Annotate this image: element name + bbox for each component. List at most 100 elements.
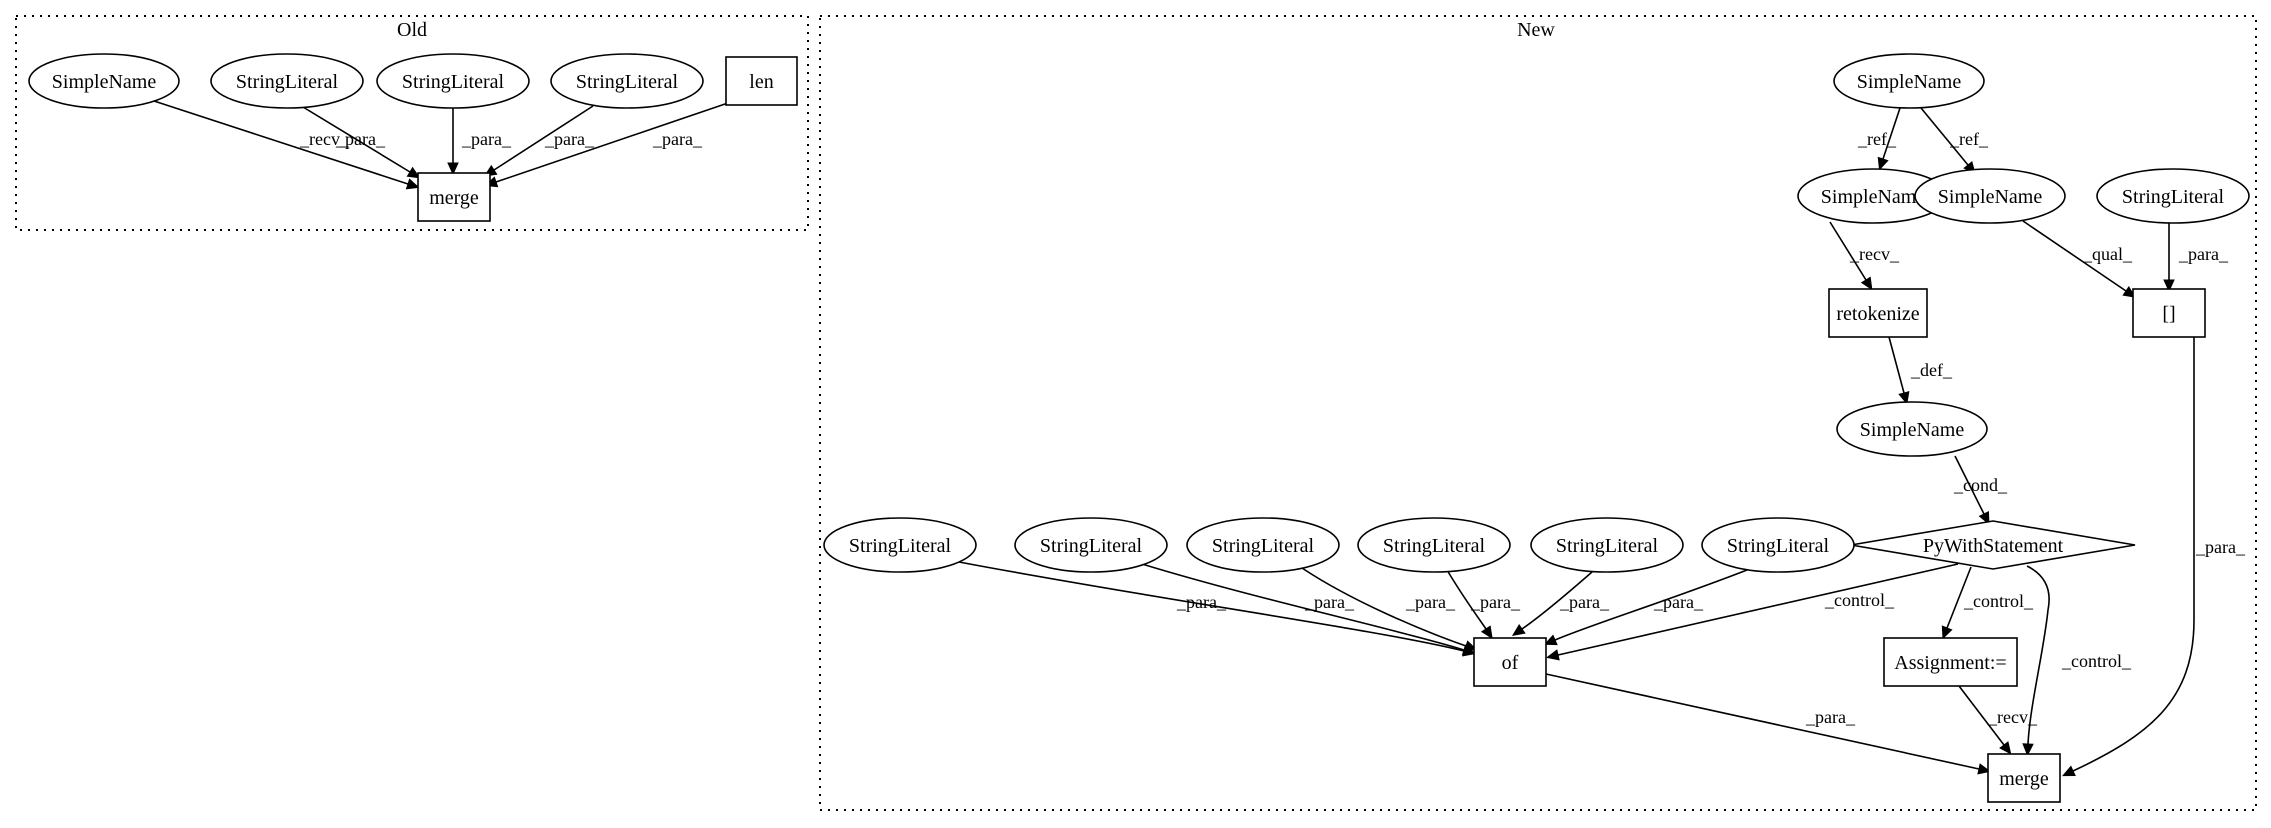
node-o_sl1-label: StringLiteral [236, 71, 339, 93]
edge-n_with-to-n_merge: _control_ [2022, 565, 2132, 757]
node-o_sl2-label: StringLiteral [402, 71, 505, 93]
edge-n_sn_top-to-n_sn_l: _ref_ [1857, 107, 1901, 171]
edge-e17-label: _para_ [1176, 592, 1227, 612]
edge-e8-label: _recv_ [1849, 244, 1900, 264]
edge-e21-arrowhead [1511, 623, 1526, 636]
node-n_assign: Assignment:= [1883, 637, 2018, 687]
node-n_sl4: StringLiteral [1357, 517, 1511, 573]
node-n_merge: merge [1987, 753, 2061, 803]
edge-n_sl1-to-n_of: _para_ [958, 561, 1476, 657]
ast-diff-diagram: Old New _recv_ _para_ _para_ _para_ _para_ _ref… [15, 15, 2257, 811]
node-o_sl2: StringLiteral [376, 53, 530, 109]
node-n_with: PyWithStatement [1850, 520, 2136, 570]
node-n_sn_mid-label: SimpleName [1860, 419, 1965, 441]
edge-n_with-to-n_assign: _control_ [1941, 566, 2034, 640]
edge-e11-label: _def_ [1910, 360, 1953, 380]
edge-e19-label: _para_ [1405, 592, 1456, 612]
edge-e20-arrowhead [1480, 625, 1493, 640]
node-n_merge-label: merge [1999, 768, 2049, 790]
edge-e13-arrowhead [2061, 765, 2076, 777]
node-n_of: of [1473, 637, 1547, 687]
node-o_sl1: StringLiteral [210, 53, 364, 109]
node-n_sl1-label: StringLiteral [849, 535, 952, 557]
node-n_sl5-label: StringLiteral [1556, 535, 1659, 557]
node-n_sn_r: SimpleName [1914, 168, 2066, 224]
node-n_sl5: StringLiteral [1530, 517, 1684, 573]
edge-e9-label: _qual_ [2082, 244, 2133, 264]
edge-e3-label: _para_ [461, 129, 512, 149]
node-n_assign-label: Assignment:= [1894, 652, 2006, 674]
nodes: SimpleName StringLiteral StringLiteral Stri… [28, 53, 2250, 803]
cluster-new-label: New [1517, 19, 1555, 41]
node-n_sl2: StringLiteral [1014, 517, 1168, 573]
node-o_sl3: StringLiteral [550, 53, 704, 109]
edge-e14-label: _control_ [1824, 590, 1895, 610]
edge-e2-label: _para_ [335, 129, 386, 149]
node-n_retok-label: retokenize [1836, 303, 1919, 325]
node-o_merge: merge [417, 172, 491, 222]
node-n_sn_mid: SimpleName [1836, 401, 1988, 457]
node-o_len-label: len [749, 71, 773, 93]
edge-o_len-to-o_merge: _para_ [484, 102, 729, 188]
edge-n_of-to-n_merge: _para_ [1545, 673, 1991, 775]
cluster-old-label: Old [397, 19, 427, 41]
node-o_merge-label: merge [429, 187, 479, 209]
cluster-new: New [819, 15, 2257, 811]
node-n_sl3: StringLiteral [1186, 517, 1340, 573]
node-o_len: len [725, 56, 798, 106]
edge-e10-label: _para_ [2178, 244, 2229, 264]
node-n_of-label: of [1502, 652, 1519, 674]
edge-e21-label: _para_ [1559, 592, 1610, 612]
cluster-new-border [819, 15, 2257, 811]
node-n_sn_top-label: SimpleName [1857, 71, 1962, 93]
edge-e7-label: _ref_ [1949, 129, 1989, 149]
edge-n_sl_r-to-n_idx: _para_ [2163, 223, 2229, 293]
node-o_sl3-label: StringLiteral [576, 71, 679, 93]
edge-e4-label: _para_ [544, 129, 595, 149]
edge-n_sn_l-to-n_retok: _recv_ [1829, 221, 1900, 291]
node-n_idx: [] [2132, 288, 2206, 338]
edge-e13-label: _para_ [2195, 537, 2246, 557]
edge-e6-arrowhead [1877, 156, 1889, 171]
edge-n_sl4-to-n_of: _para_ [1446, 569, 1521, 640]
node-o_sn-label: SimpleName [52, 71, 157, 93]
edge-e15-label: _control_ [1963, 591, 2034, 611]
edge-e12-label: _cond_ [1953, 475, 2008, 495]
node-n_idx-label: [] [2162, 303, 2175, 325]
edge-n_sn_top-to-n_sn_r: _ref_ [1920, 107, 1989, 175]
edge-e11-line [1888, 336, 1905, 394]
node-n_sl3-label: StringLiteral [1212, 535, 1315, 557]
edge-e24-label: _recv_ [1987, 707, 2038, 727]
node-n_sl4-label: StringLiteral [1383, 535, 1486, 557]
edge-n_retok-to-n_sn_mid: _def_ [1888, 336, 1953, 405]
node-o_sn: SimpleName [28, 53, 180, 109]
edge-e24-arrowhead [1999, 741, 2012, 755]
node-n_sl_r: StringLiteral [2096, 168, 2250, 224]
edge-e1-arrowhead [405, 178, 420, 190]
node-n_sn_l-label: SimpleName [1821, 186, 1926, 208]
edge-e20-label: _para_ [1470, 592, 1521, 612]
edge-e15-arrowhead [1941, 625, 1953, 640]
node-n_sn_top: SimpleName [1833, 53, 1985, 109]
node-n_with-label: PyWithStatement [1923, 535, 2064, 557]
edge-e22-label: _para_ [1653, 592, 1704, 612]
node-n_sl6-label: StringLiteral [1727, 535, 1830, 557]
edge-e23-line [1545, 673, 1980, 770]
node-n_sl6: StringLiteral [1701, 517, 1855, 573]
edge-e14-arrowhead [1546, 649, 1560, 661]
node-n_sl2-label: StringLiteral [1040, 535, 1143, 557]
edge-e23-label: _para_ [1805, 707, 1856, 727]
edge-e6-label: _ref_ [1857, 129, 1897, 149]
edge-e16-label: _control_ [2061, 651, 2132, 671]
edge-n_sn_mid-to-n_with: _cond_ [1953, 455, 2008, 525]
edge-e13-line [2072, 337, 2195, 772]
edge-n_sn_r-to-n_idx: _qual_ [2022, 220, 2137, 298]
edge-e5-label: _para_ [652, 129, 703, 149]
cluster-old: Old [15, 15, 809, 231]
node-n_sn_r-label: SimpleName [1938, 186, 2043, 208]
edge-n_idx-to-n_merge: _para_ [2061, 337, 2246, 777]
cluster-old-border [15, 15, 809, 231]
node-n_sl1: StringLiteral [823, 517, 977, 573]
node-n_sl_r-label: StringLiteral [2122, 186, 2225, 208]
edge-e8-arrowhead [1860, 276, 1873, 291]
